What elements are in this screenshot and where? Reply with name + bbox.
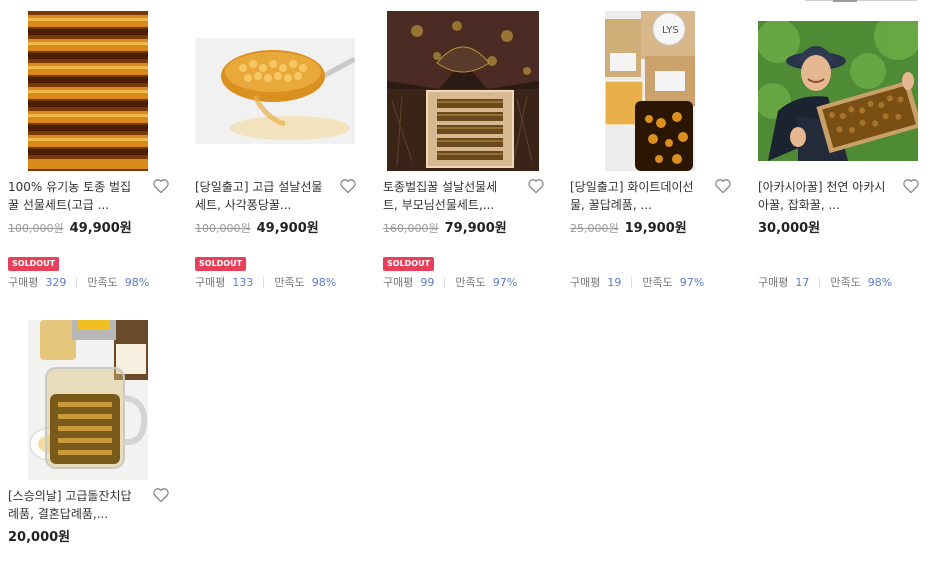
review-stats: 구매평 99 만족도 97%: [383, 274, 543, 290]
sale-price: 20,000원: [8, 530, 71, 545]
satisfaction-value: 98%: [124, 275, 150, 289]
heart-outline-icon[interactable]: [714, 178, 732, 194]
satisfaction-value: 98%: [867, 275, 893, 289]
sale-price: 30,000원: [758, 221, 821, 236]
original-price: 25,000원: [570, 222, 619, 235]
review-label: 구매평: [195, 276, 226, 289]
sale-price: 49,900원: [69, 221, 132, 236]
satisfaction-label: 만족도: [642, 276, 673, 289]
product-card[interactable]: 토종벌집꿀 설날선물세트, 부모님선물세트,... 160,000원 79,90…: [383, 11, 545, 290]
satisfaction-label: 만족도: [87, 276, 118, 289]
heart-outline-icon[interactable]: [152, 487, 170, 503]
soldout-badge: SOLDOUT: [195, 257, 247, 271]
soldout-badge: SOLDOUT: [8, 257, 60, 271]
review-count: 17: [795, 275, 810, 289]
product-card[interactable]: [아카시아꿀] 천연 아카시아꿀, 잡화꿀, ... 30,000원 구매평 1…: [758, 11, 920, 290]
product-image[interactable]: [758, 11, 918, 171]
product-card[interactable]: 100% 유기농 토종 벌집꿀 선물세트(고급 ... 100,000원 49,…: [8, 11, 170, 290]
original-price: 100,000원: [8, 222, 64, 235]
review-count: 99: [420, 275, 435, 289]
heart-outline-icon[interactable]: [152, 178, 170, 194]
review-stats: 구매평 19 만족도 97%: [570, 274, 730, 290]
review-count: 329: [45, 275, 67, 289]
soldout-badge: SOLDOUT: [383, 257, 435, 271]
review-label: 구매평: [8, 276, 39, 289]
product-image[interactable]: [8, 11, 168, 171]
heart-outline-icon[interactable]: [339, 178, 357, 194]
product-title[interactable]: [스승의날] 고급돌잔치답례품, 결혼답례품,...: [8, 487, 138, 523]
satisfaction-label: 만족도: [830, 276, 861, 289]
product-title[interactable]: [당일출고] 화이트데이선물, 꿀답례품, ...: [570, 178, 700, 214]
original-price: 100,000원: [195, 222, 251, 235]
review-stats: 구매평 329 만족도 98%: [8, 274, 168, 290]
sale-price: 19,900원: [624, 221, 687, 236]
review-label: 구매평: [758, 276, 789, 289]
review-label: 구매평: [383, 276, 414, 289]
product-image[interactable]: LYS: [570, 11, 730, 171]
satisfaction-value: 98%: [311, 275, 337, 289]
review-count: 19: [607, 275, 622, 289]
sale-price: 79,900원: [444, 221, 507, 236]
product-card[interactable]: [당일출고] 고급 설날선물세트, 사각퐁당꿀... 100,000원 49,9…: [195, 11, 357, 290]
product-card[interactable]: [스승의날] 고급돌잔치답례품, 결혼답례품,... 20,000원: [8, 320, 170, 545]
product-card[interactable]: LYS [당일출고] 화이트데이선물, 꿀답례품, ... 25,000원 19…: [570, 11, 732, 290]
review-stats: 구매평 17 만족도 98%: [758, 274, 918, 290]
product-title[interactable]: 토종벌집꿀 설날선물세트, 부모님선물세트,...: [383, 178, 513, 214]
product-image[interactable]: [195, 11, 355, 171]
satisfaction-label: 만족도: [274, 276, 305, 289]
heart-outline-icon[interactable]: [527, 178, 545, 194]
sale-price: 49,900원: [256, 221, 319, 236]
divider: [819, 276, 821, 288]
review-label: 구매평: [570, 276, 601, 289]
original-price: 160,000원: [383, 222, 439, 235]
review-stats: 구매평 133 만족도 98%: [195, 274, 355, 290]
product-title[interactable]: 100% 유기농 토종 벌집꿀 선물세트(고급 ...: [8, 178, 138, 214]
scrollbar-thumb[interactable]: [833, 0, 857, 2]
divider: [444, 276, 446, 288]
product-image[interactable]: [8, 320, 168, 480]
heart-outline-icon[interactable]: [902, 178, 920, 194]
svg-text:LYS: LYS: [662, 25, 679, 36]
product-image[interactable]: [383, 11, 543, 171]
satisfaction-value: 97%: [679, 275, 705, 289]
divider: [263, 276, 265, 288]
top-scrollbar[interactable]: [805, 0, 917, 2]
product-title[interactable]: [아카시아꿀] 천연 아카시아꿀, 잡화꿀, ...: [758, 178, 888, 214]
satisfaction-value: 97%: [492, 275, 518, 289]
divider: [631, 276, 633, 288]
divider: [76, 276, 78, 288]
product-title[interactable]: [당일출고] 고급 설날선물세트, 사각퐁당꿀...: [195, 178, 325, 214]
satisfaction-label: 만족도: [455, 276, 486, 289]
review-count: 133: [232, 275, 254, 289]
